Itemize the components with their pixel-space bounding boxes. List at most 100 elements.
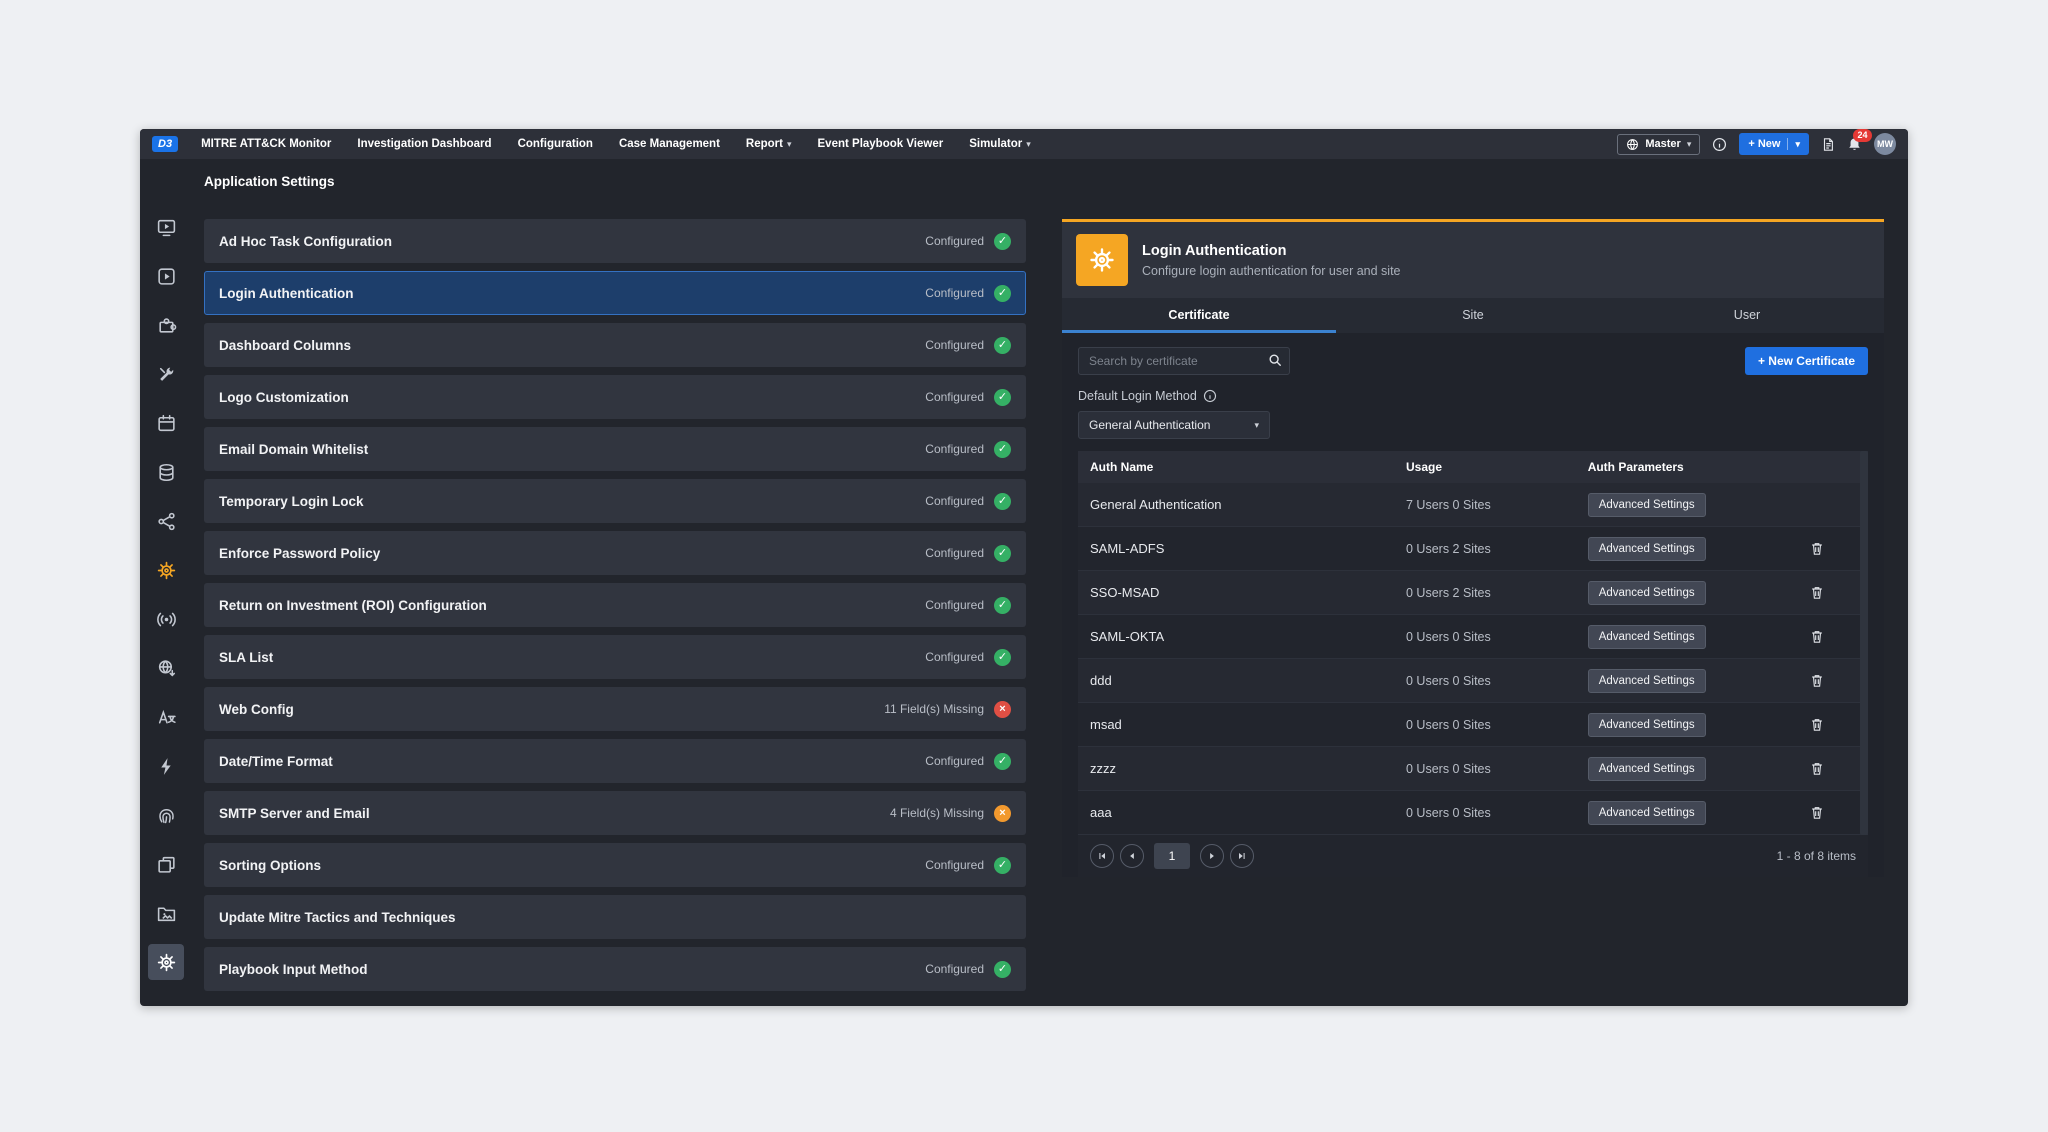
translate-icon[interactable] [148, 699, 184, 735]
auth-usage: 0 Users 0 Sites [1394, 762, 1576, 776]
table-scrollbar[interactable] [1860, 451, 1868, 835]
info-icon[interactable] [1712, 137, 1727, 152]
broadcast-icon[interactable] [148, 601, 184, 637]
panel-content: + New Certificate Default Login Method G… [1062, 333, 1884, 877]
default-login-method-label: Default Login Method [1078, 389, 1197, 403]
database-icon[interactable] [148, 454, 184, 490]
auth-table-row: SSO-MSAD 0 Users 2 Sites Advanced Settin… [1078, 571, 1868, 615]
settings-item-logo-customization[interactable]: Logo Customization Configured ✓ [204, 375, 1026, 419]
setting-label: Logo Customization [219, 390, 925, 405]
setting-label: SLA List [219, 650, 925, 665]
settings-item-update-mitre-tactics[interactable]: Update Mitre Tactics and Techniques [204, 895, 1026, 939]
column-header-auth-parameters: Auth Parameters [1576, 460, 1766, 474]
nav-report[interactable]: Report▾ [733, 138, 805, 150]
certificate-search-input[interactable] [1078, 347, 1290, 375]
settings-gear-icon[interactable] [148, 944, 184, 980]
settings-item-sla-list[interactable]: SLA List Configured ✓ [204, 635, 1026, 679]
settings-item-smtp-server-and-email[interactable]: SMTP Server and Email 4 Field(s) Missing… [204, 791, 1026, 835]
share-network-icon[interactable] [148, 503, 184, 539]
advanced-settings-button[interactable]: Advanced Settings [1588, 713, 1706, 737]
delete-trash-icon[interactable] [1810, 585, 1824, 600]
setting-status: Configured [925, 286, 984, 300]
user-avatar[interactable]: MW [1874, 133, 1896, 155]
tab-user[interactable]: User [1610, 298, 1884, 333]
gear-orange-icon[interactable] [148, 552, 184, 588]
settings-item-enforce-password-policy[interactable]: Enforce Password Policy Configured ✓ [204, 531, 1026, 575]
pagination-current-page[interactable]: 1 [1154, 843, 1190, 869]
configured-check-icon: ✓ [994, 441, 1011, 458]
lightning-icon[interactable] [148, 748, 184, 784]
calendar-icon[interactable] [148, 405, 184, 441]
tab-certificate[interactable]: Certificate [1062, 298, 1336, 333]
fingerprint-icon[interactable] [148, 797, 184, 833]
nav-simulator[interactable]: Simulator▾ [956, 138, 1044, 150]
setting-label: Playbook Input Method [219, 962, 925, 977]
configured-check-icon: ✓ [994, 285, 1011, 302]
auth-table-row: msad 0 Users 0 Sites Advanced Settings [1078, 703, 1868, 747]
monitor-play-icon[interactable] [148, 209, 184, 245]
panel-header: Login Authentication Configure login aut… [1062, 222, 1884, 298]
pagination-prev-button[interactable] [1120, 844, 1144, 868]
pagination-next-button[interactable] [1200, 844, 1224, 868]
settings-item-web-config[interactable]: Web Config 11 Field(s) Missing × [204, 687, 1026, 731]
page-title: Application Settings [140, 159, 1908, 203]
settings-item-login-authentication[interactable]: Login Authentication Configured ✓ [204, 271, 1026, 315]
delete-trash-icon[interactable] [1810, 673, 1824, 688]
topnav-right-cluster: Master ▾ + New ▾ 24 MW [1617, 133, 1896, 155]
settings-list: Ad Hoc Task Configuration Configured ✓ L… [204, 219, 1026, 1006]
settings-item-date-time-format[interactable]: Date/Time Format Configured ✓ [204, 739, 1026, 783]
advanced-settings-button[interactable]: Advanced Settings [1588, 801, 1706, 825]
nav-configuration[interactable]: Configuration [505, 138, 606, 150]
nav-mitre-attck-monitor[interactable]: MITRE ATT&CK Monitor [188, 138, 344, 150]
tools-icon[interactable] [148, 356, 184, 392]
settings-item-ad-hoc-task-configuration[interactable]: Ad Hoc Task Configuration Configured ✓ [204, 219, 1026, 263]
pagination-last-button[interactable] [1230, 844, 1254, 868]
auth-name: SSO-MSAD [1078, 585, 1394, 600]
delete-trash-icon[interactable] [1810, 629, 1824, 644]
settings-item-dashboard-columns[interactable]: Dashboard Columns Configured ✓ [204, 323, 1026, 367]
settings-item-email-domain-whitelist[interactable]: Email Domain Whitelist Configured ✓ [204, 427, 1026, 471]
globe-download-icon[interactable] [148, 650, 184, 686]
info-icon[interactable] [1203, 389, 1217, 403]
auth-name: aaa [1078, 805, 1394, 820]
delete-trash-icon[interactable] [1810, 761, 1824, 776]
nav-event-playbook-viewer[interactable]: Event Playbook Viewer [805, 138, 957, 150]
settings-item-temporary-login-lock[interactable]: Temporary Login Lock Configured ✓ [204, 479, 1026, 523]
delete-trash-icon[interactable] [1810, 805, 1824, 820]
setting-status: Configured [925, 494, 984, 508]
advanced-settings-button[interactable]: Advanced Settings [1588, 625, 1706, 649]
login-authentication-gear-icon [1076, 234, 1128, 286]
setting-label: Sorting Options [219, 858, 925, 873]
notifications-bell-icon[interactable]: 24 [1847, 137, 1862, 152]
advanced-settings-button[interactable]: Advanced Settings [1588, 669, 1706, 693]
default-login-method-dropdown[interactable]: General Authentication ▾ [1078, 411, 1270, 439]
delete-trash-icon[interactable] [1810, 541, 1824, 556]
nav-case-management[interactable]: Case Management [606, 138, 733, 150]
panel-tabs: Certificate Site User [1062, 298, 1884, 333]
search-icon [1268, 353, 1282, 372]
release-notes-icon[interactable] [1821, 137, 1835, 152]
settings-item-roi-configuration[interactable]: Return on Investment (ROI) Configuration… [204, 583, 1026, 627]
image-folder-icon[interactable] [148, 895, 184, 931]
missing-fields-x-icon: × [994, 701, 1011, 718]
setting-status: 11 Field(s) Missing [884, 702, 984, 716]
advanced-settings-button[interactable]: Advanced Settings [1588, 537, 1706, 561]
top-navigation-bar: D3 MITRE ATT&CK Monitor Investigation Da… [140, 129, 1908, 159]
video-play-icon[interactable] [148, 258, 184, 294]
new-button[interactable]: + New ▾ [1739, 133, 1809, 155]
puzzle-icon[interactable] [148, 307, 184, 343]
new-certificate-button[interactable]: + New Certificate [1745, 347, 1868, 375]
advanced-settings-button[interactable]: Advanced Settings [1588, 581, 1706, 605]
advanced-settings-button[interactable]: Advanced Settings [1588, 493, 1706, 517]
copy-windows-icon[interactable] [148, 846, 184, 882]
tab-site[interactable]: Site [1336, 298, 1610, 333]
setting-label: Web Config [219, 702, 884, 717]
settings-item-sorting-options[interactable]: Sorting Options Configured ✓ [204, 843, 1026, 887]
master-site-selector[interactable]: Master ▾ [1617, 134, 1700, 155]
delete-trash-icon[interactable] [1810, 717, 1824, 732]
advanced-settings-button[interactable]: Advanced Settings [1588, 757, 1706, 781]
d3-logo[interactable]: D3 [152, 136, 178, 152]
settings-item-playbook-input-method[interactable]: Playbook Input Method Configured ✓ [204, 947, 1026, 991]
pagination-first-button[interactable] [1090, 844, 1114, 868]
nav-investigation-dashboard[interactable]: Investigation Dashboard [344, 138, 504, 150]
